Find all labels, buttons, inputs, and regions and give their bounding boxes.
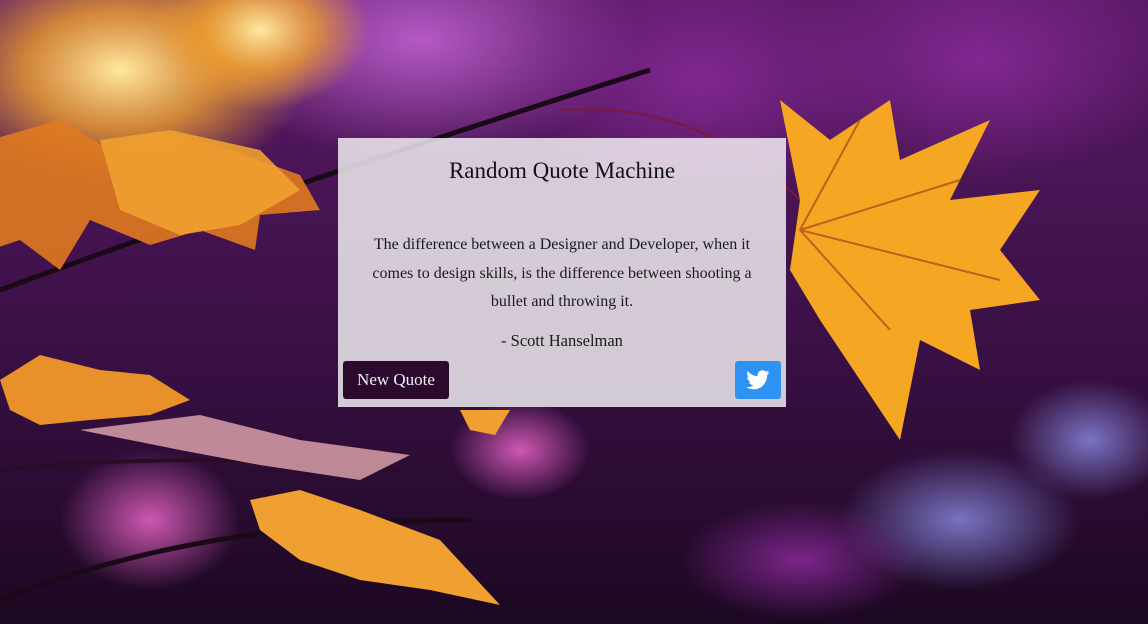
quote-author: - Scott Hanselman bbox=[501, 331, 623, 350]
quote-card: Random Quote Machine The difference betw… bbox=[338, 138, 786, 407]
quote-text: The difference between a Designer and De… bbox=[372, 236, 752, 310]
twitter-icon bbox=[746, 370, 770, 390]
app-title: Random Quote Machine bbox=[448, 158, 676, 183]
new-quote-button[interactable]: New Quote bbox=[343, 361, 449, 399]
tweet-button[interactable] bbox=[735, 361, 781, 399]
